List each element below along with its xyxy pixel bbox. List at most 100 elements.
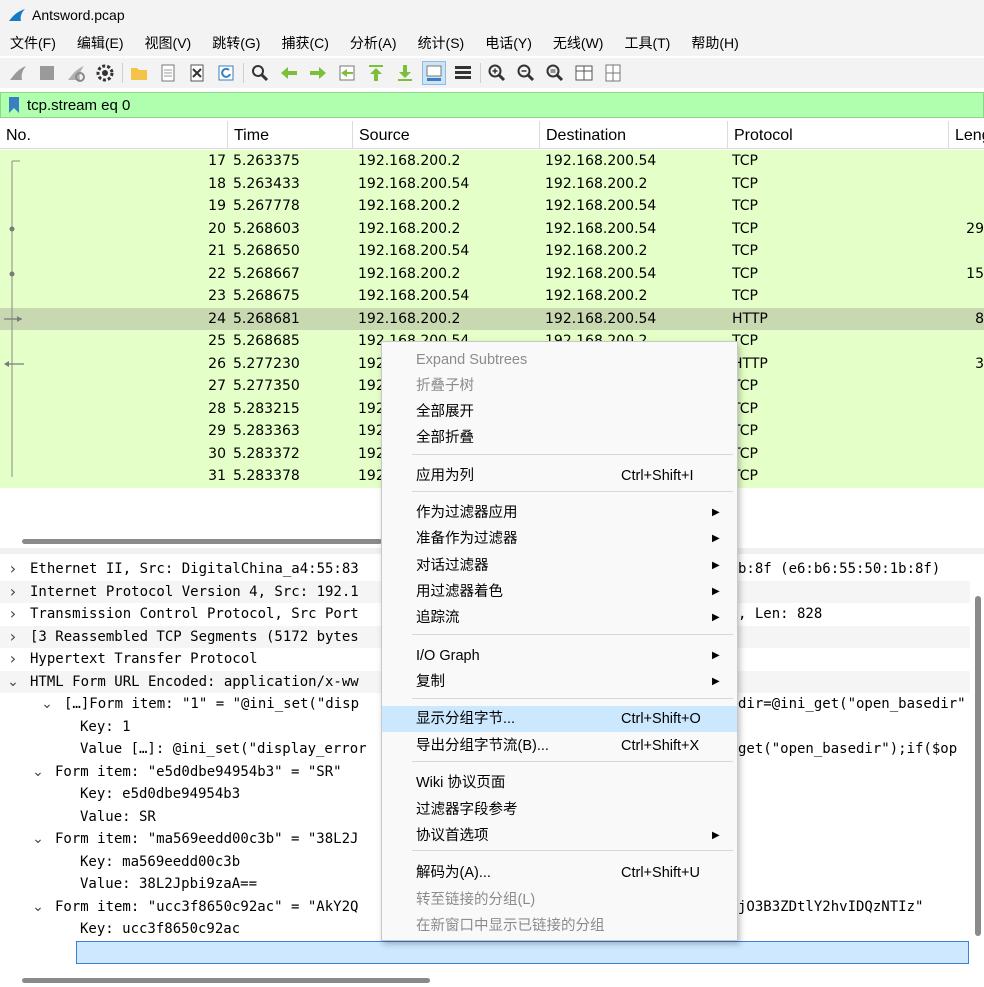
menu-item-io-graph[interactable]: I/O Graph ▶ [382, 643, 737, 669]
related-dot-icon [9, 271, 15, 276]
zoom-out-button[interactable] [514, 61, 538, 85]
packet-cell-no: 26 [208, 355, 226, 372]
column-header-no[interactable]: No. [0, 121, 228, 149]
layout-button[interactable] [601, 61, 625, 85]
chevron-right-icon[interactable]: › [6, 626, 20, 649]
column-header-destination[interactable]: Destination [540, 121, 728, 149]
packet-cell-no: 31 [208, 468, 226, 484]
chevron-right-icon[interactable]: › [6, 581, 20, 604]
restart-capture-button[interactable] [64, 61, 88, 85]
go-back-button[interactable] [277, 61, 301, 85]
restart-fin-icon [68, 66, 85, 82]
menu-file[interactable]: 文件(F) [0, 30, 67, 56]
scroll-thumb[interactable] [22, 978, 430, 983]
packet-row[interactable]: 18 5.263433 192.168.200.54 192.168.200.2 TCP [0, 172, 984, 195]
resize-columns-button[interactable] [572, 61, 596, 85]
chevron-right-icon[interactable]: › [6, 603, 20, 626]
menu-item-colorize-with-filter[interactable]: 用过滤器着色 ▶ [382, 579, 737, 605]
menu-item-label: 全部折叠 [416, 430, 474, 446]
menu-item-prepare-as-filter[interactable]: 准备作为过滤器 ▶ [382, 526, 737, 552]
chevron-down-icon[interactable]: ⌄ [31, 896, 45, 919]
packet-row[interactable]: 17 5.263375 192.168.200.2 192.168.200.54 TCP [0, 150, 984, 173]
packet-cell-proto: TCP [732, 265, 758, 282]
menu-item-apply-as-column[interactable]: 应用为列 Ctrl+Shift+I [382, 463, 737, 489]
normal-size-button[interactable] [543, 61, 567, 85]
stop-capture-button[interactable] [35, 61, 59, 85]
menu-edit[interactable]: 编辑(E) [67, 30, 135, 56]
packet-cell-time: 5.283363 [233, 423, 300, 439]
column-header-length[interactable]: Length [949, 121, 984, 149]
packet-cell-time: 5.283372 [233, 445, 300, 462]
chevron-down-icon[interactable]: ⌄ [31, 828, 45, 851]
menu-tools[interactable]: 工具(T) [614, 30, 681, 56]
menu-item-decode-as[interactable]: 解码为(A)... Ctrl+Shift+U [382, 860, 737, 886]
column-header-protocol[interactable]: Protocol [728, 121, 949, 149]
packet-row[interactable]: 23 5.268675 192.168.200.54 192.168.200.2 TCP [0, 285, 984, 308]
wireshark-fin-icon [9, 9, 25, 21]
menu-item-show-packet-bytes[interactable]: 显示分组字节... Ctrl+Shift+O [382, 706, 737, 732]
menu-item-shortcut: Ctrl+Shift+O [621, 711, 701, 727]
menu-item-filter-field-reference[interactable]: 过滤器字段参考 [382, 797, 737, 823]
menu-item-export-packet-bytes[interactable]: 导出分组字节流(B)... Ctrl+Shift+X [382, 733, 737, 759]
chevron-down-icon[interactable]: ⌄ [40, 693, 54, 716]
menu-help[interactable]: 帮助(H) [681, 30, 749, 56]
open-file-button[interactable] [127, 61, 151, 85]
menu-item-label: 准备作为过滤器 [416, 531, 518, 547]
close-file-button[interactable] [185, 61, 209, 85]
details-hscrollbar[interactable] [22, 978, 984, 984]
menu-item-collapse-all[interactable]: 全部折叠 [382, 425, 737, 451]
packet-cell-src: 192.168.200.2 [358, 220, 461, 237]
reload-file-button[interactable] [214, 61, 238, 85]
chevron-down-icon[interactable]: ⌄ [6, 671, 20, 694]
colorize-button[interactable] [451, 61, 475, 85]
menu-go[interactable]: 跳转(G) [202, 30, 271, 56]
menu-capture[interactable]: 捕获(C) [271, 30, 339, 56]
save-file-button[interactable] [156, 61, 180, 85]
packet-row[interactable]: 22 5.268667 192.168.200.2 192.168.200.54 TCP… [0, 262, 984, 285]
column-header-source[interactable]: Source [353, 121, 540, 149]
last-packet-button[interactable] [393, 61, 417, 85]
bookmark-icon[interactable] [7, 96, 21, 114]
menu-statistics[interactable]: 统计(S) [408, 30, 476, 56]
first-packet-button[interactable] [364, 61, 388, 85]
menu-item-label: 解码为(A)... [416, 865, 491, 881]
packet-row[interactable]: 19 5.267778 192.168.200.2 192.168.200.54 TCP [0, 195, 984, 218]
goto-packet-icon [339, 65, 355, 81]
details-vscrollbar[interactable] [972, 596, 982, 936]
menu-item-copy[interactable]: 复制 ▶ [382, 669, 737, 695]
gear-icon [96, 64, 114, 82]
menu-item-expand-all[interactable]: 全部展开 [382, 399, 737, 425]
find-packet-button[interactable] [248, 61, 272, 85]
packet-list-header: No. Time Source Destination Protocol Len… [0, 121, 984, 149]
detail-text-continued: dir=@ini_get("open_basedir" [738, 696, 966, 712]
menu-item-apply-as-filter[interactable]: 作为过滤器应用 ▶ [382, 500, 737, 526]
chevron-right-icon[interactable]: › [6, 558, 20, 581]
menu-view[interactable]: 视图(V) [135, 30, 203, 56]
capture-options-button[interactable] [93, 61, 117, 85]
packet-row[interactable]: 20 5.268603 192.168.200.2 192.168.200.54 TCP… [0, 217, 984, 240]
scroll-thumb[interactable] [22, 539, 382, 544]
menu-item-conversation-filter[interactable]: 对话过滤器 ▶ [382, 553, 737, 579]
packet-row[interactable]: 21 5.268650 192.168.200.54 192.168.200.2 TCP [0, 240, 984, 263]
column-header-time[interactable]: Time [228, 121, 353, 149]
chevron-down-icon[interactable]: ⌄ [31, 761, 45, 784]
menu-item-shortcut: Ctrl+Shift+U [621, 865, 700, 881]
menu-item-wiki-protocol-page[interactable]: Wiki 协议页面 [382, 770, 737, 796]
menu-item-follow-stream[interactable]: 追踪流 ▶ [382, 605, 737, 631]
detail-text: Hypertext Transfer Protocol [30, 651, 258, 667]
colorize-list-icon [455, 66, 471, 79]
display-filter-input[interactable] [27, 94, 983, 116]
start-capture-button[interactable] [6, 61, 30, 85]
zoom-in-button[interactable] [485, 61, 509, 85]
menu-telephony[interactable]: 电话(Y) [475, 30, 543, 56]
menu-analyze[interactable]: 分析(A) [340, 30, 408, 56]
menu-item-label: Expand Subtrees [416, 352, 528, 368]
go-to-packet-button[interactable] [335, 61, 359, 85]
auto-scroll-button[interactable] [422, 61, 446, 85]
packet-row[interactable]: 24 5.268681 192.168.200.2 192.168.200.54 HTT… [0, 307, 984, 330]
scroll-thumb[interactable] [975, 596, 981, 936]
menu-wireless[interactable]: 无线(W) [543, 30, 615, 56]
go-forward-button[interactable] [306, 61, 330, 85]
menu-item-protocol-preferences[interactable]: 协议首选项 ▶ [382, 823, 737, 849]
chevron-right-icon[interactable]: › [6, 648, 20, 671]
